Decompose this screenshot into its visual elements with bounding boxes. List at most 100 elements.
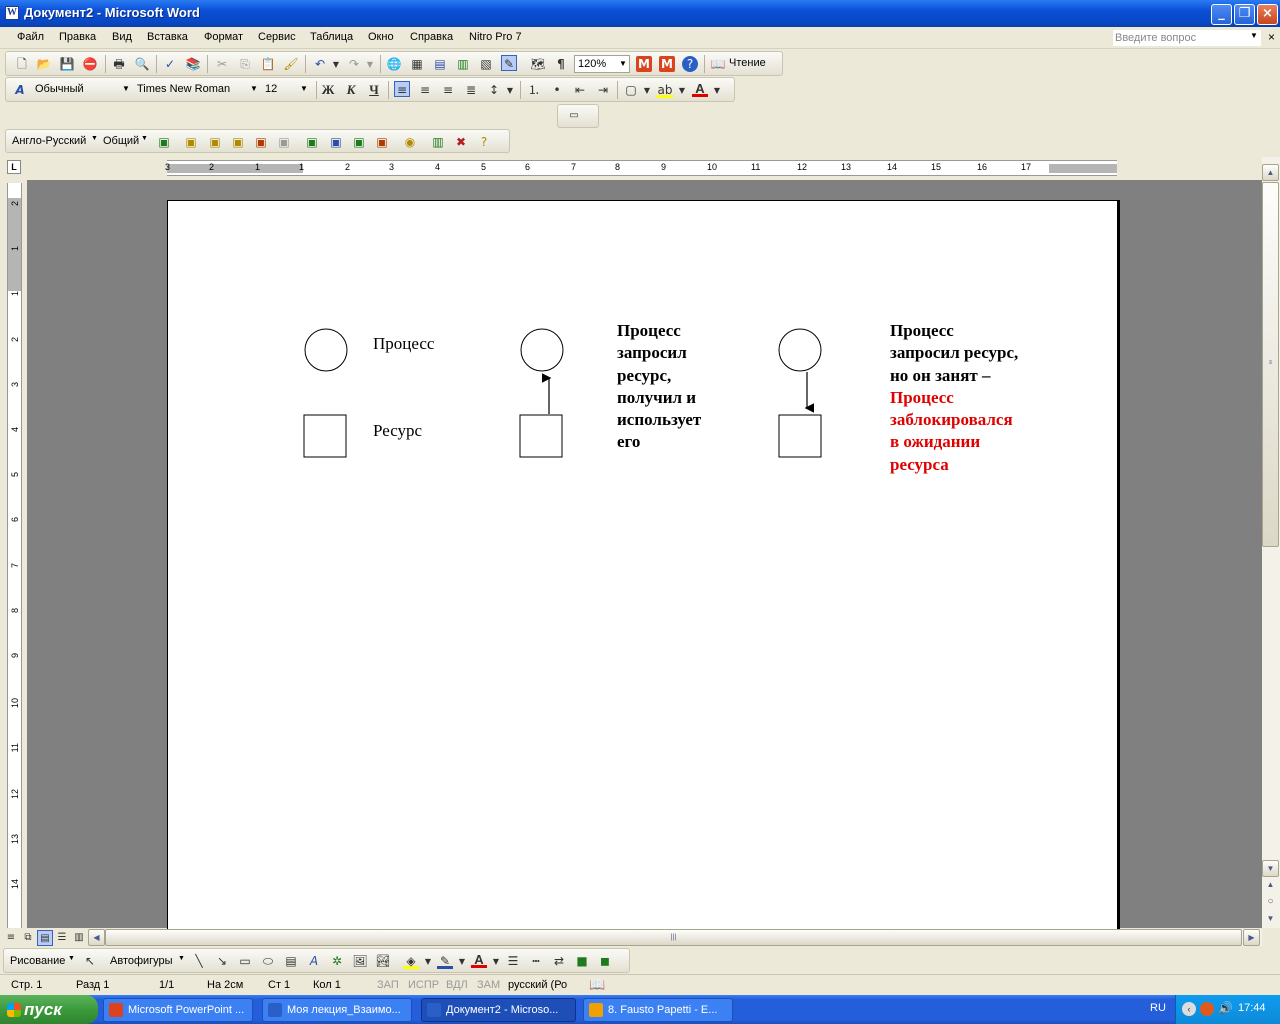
insert-table-icon[interactable]: ▤: [432, 56, 448, 72]
translate-tool9-icon[interactable]: ▣: [374, 134, 390, 150]
drawing-menu[interactable]: Рисование: [10, 955, 65, 967]
undo-icon[interactable]: ↶: [312, 56, 328, 72]
decrease-indent-icon[interactable]: ⇤: [572, 82, 588, 98]
wordart-icon[interactable]: A: [306, 953, 322, 969]
help-dropdown-icon[interactable]: ▼: [1250, 31, 1258, 40]
menu-view[interactable]: Вид: [112, 31, 132, 43]
bold-icon[interactable]: Ж: [320, 82, 336, 98]
oval-icon[interactable]: ⬭: [260, 953, 276, 969]
fill-color-dropdown-icon[interactable]: ▼: [420, 954, 436, 970]
arrow-icon[interactable]: ↘: [214, 953, 230, 969]
print-preview-icon[interactable]: 🔍: [134, 56, 150, 72]
start-button[interactable]: пуск: [0, 995, 98, 1024]
volume-icon[interactable]: 🔊: [1218, 1001, 1233, 1015]
underline-icon[interactable]: Ч: [366, 82, 382, 98]
new-document-icon[interactable]: 🗋: [14, 56, 30, 72]
arrow-style-icon[interactable]: ⇄: [551, 953, 567, 969]
align-right-icon[interactable]: ≡: [440, 82, 456, 98]
dictionary-select[interactable]: Англо-Русский: [12, 135, 86, 147]
save-icon[interactable]: 💾: [59, 56, 75, 72]
undo-dropdown-icon[interactable]: ▼: [328, 57, 344, 73]
autoshapes-menu[interactable]: Автофигуры: [110, 955, 173, 967]
browse-object-button[interactable]: ○: [1262, 894, 1279, 911]
translate-icon[interactable]: ▣: [156, 134, 172, 150]
styles-icon[interactable]: A: [12, 82, 28, 98]
process-circle-3[interactable]: [778, 328, 822, 372]
translate-tool5-icon[interactable]: ▣: [276, 134, 292, 150]
close-button[interactable]: ×: [1257, 4, 1278, 25]
vertical-scroll-thumb[interactable]: ≡: [1262, 182, 1279, 547]
scroll-right-button[interactable]: ▶: [1243, 929, 1260, 946]
hyperlink-icon[interactable]: 🌐: [386, 56, 402, 72]
nitro-pdf2-icon[interactable]: M: [659, 56, 675, 72]
font-color-dropdown-icon[interactable]: ▼: [709, 83, 725, 99]
menu-table[interactable]: Таблица: [310, 31, 353, 43]
maximize-button[interactable]: ❐: [1234, 4, 1255, 25]
tray-expand-icon[interactable]: ‹: [1182, 1002, 1196, 1016]
drawing-dropdown-icon[interactable]: ▼: [68, 955, 75, 962]
horizontal-scroll-thumb[interactable]: |||: [105, 929, 1242, 946]
document-map-icon[interactable]: 🗺: [530, 56, 546, 72]
translate-tool1-icon[interactable]: ▣: [183, 134, 199, 150]
translate-tool7-icon[interactable]: ▣: [328, 134, 344, 150]
research-icon[interactable]: 📚: [185, 56, 201, 72]
status-overtype[interactable]: ЗАМ: [477, 979, 500, 991]
highlight-icon[interactable]: ab: [657, 82, 673, 98]
fill-color-icon[interactable]: ◈: [403, 953, 419, 969]
menu-file[interactable]: Файл: [17, 31, 44, 43]
reading-view-icon[interactable]: ▥: [71, 930, 87, 946]
style-select[interactable]: Обычный ▼: [32, 81, 132, 99]
borders-dropdown-icon[interactable]: ▼: [639, 83, 655, 99]
reading-icon[interactable]: 📖: [710, 56, 726, 72]
extra-tool-icon[interactable]: ▭: [566, 108, 582, 124]
resource-square-1[interactable]: [303, 414, 347, 458]
scroll-left-button[interactable]: ◀: [88, 929, 105, 946]
translate-help-icon[interactable]: ?: [476, 134, 492, 150]
translate-tool2-icon[interactable]: ▣: [207, 134, 223, 150]
3d-icon[interactable]: ◼: [597, 953, 613, 969]
status-record[interactable]: ЗАП: [377, 979, 399, 991]
print-layout-icon[interactable]: ▤: [37, 930, 53, 946]
status-track-changes[interactable]: ИСПР: [408, 979, 439, 991]
redo-dropdown-icon[interactable]: ▼: [362, 57, 378, 73]
show-marks-icon[interactable]: ¶: [553, 56, 569, 72]
line-style-icon[interactable]: ☰: [505, 953, 521, 969]
resource-square-2[interactable]: [519, 414, 563, 458]
permission-icon[interactable]: ⛔: [82, 56, 98, 72]
scroll-down-button[interactable]: ▼: [1262, 860, 1279, 877]
picture-icon[interactable]: 🏞: [375, 953, 391, 969]
open-icon[interactable]: 📂: [36, 56, 52, 72]
status-extend[interactable]: ВДЛ: [446, 979, 468, 991]
process-circle-1[interactable]: [304, 328, 348, 372]
menu-help[interactable]: Справка: [410, 31, 453, 43]
diagram-shapes[interactable]: [168, 201, 1118, 931]
translate-tool11-icon[interactable]: ▥: [430, 134, 446, 150]
numbering-icon[interactable]: ⒈: [526, 82, 542, 98]
align-center-icon[interactable]: ≡: [417, 82, 433, 98]
translate-tool6-icon[interactable]: ▣: [304, 134, 320, 150]
autoshapes-dropdown-icon[interactable]: ▼: [178, 955, 185, 962]
line-color-dropdown-icon[interactable]: ▼: [454, 954, 470, 970]
copy-icon[interactable]: ⎘: [237, 56, 253, 72]
format-painter-icon[interactable]: 🖌: [283, 56, 299, 72]
textbox-icon[interactable]: ▤: [283, 953, 299, 969]
redo-icon[interactable]: ↷: [346, 56, 362, 72]
horizontal-ruler[interactable]: 3 2 1 1 2 3 4 5 6 7 8 9 10 11 12 13 14 15 16 17: [165, 160, 1117, 176]
draw-font-color-dropdown-icon[interactable]: ▼: [488, 954, 504, 970]
scroll-up-button[interactable]: ▲: [1262, 164, 1279, 181]
horizontal-scrollbar[interactable]: ◀ ||| ▶: [88, 929, 1262, 946]
task-music-player[interactable]: 8. Fausto Papetti - E...: [583, 998, 733, 1022]
increase-indent-icon[interactable]: ⇥: [595, 82, 611, 98]
drawing-toggle-icon[interactable]: ✎: [501, 55, 517, 71]
line-icon[interactable]: ╲: [191, 953, 207, 969]
close-document-button[interactable]: ×: [1268, 30, 1275, 44]
word-app-icon[interactable]: W: [5, 6, 19, 20]
translate-tool10-icon[interactable]: ◉: [402, 134, 418, 150]
menu-nitro[interactable]: Nitro Pro 7: [469, 31, 522, 43]
zoom-select[interactable]: 120% ▼: [574, 55, 630, 73]
insert-excel-icon[interactable]: ▥: [455, 56, 471, 72]
bullets-icon[interactable]: •: [549, 82, 565, 98]
translate-tool4-icon[interactable]: ▣: [253, 134, 269, 150]
outline-view-icon[interactable]: ☰: [54, 930, 70, 946]
font-color-icon[interactable]: A: [692, 81, 708, 97]
